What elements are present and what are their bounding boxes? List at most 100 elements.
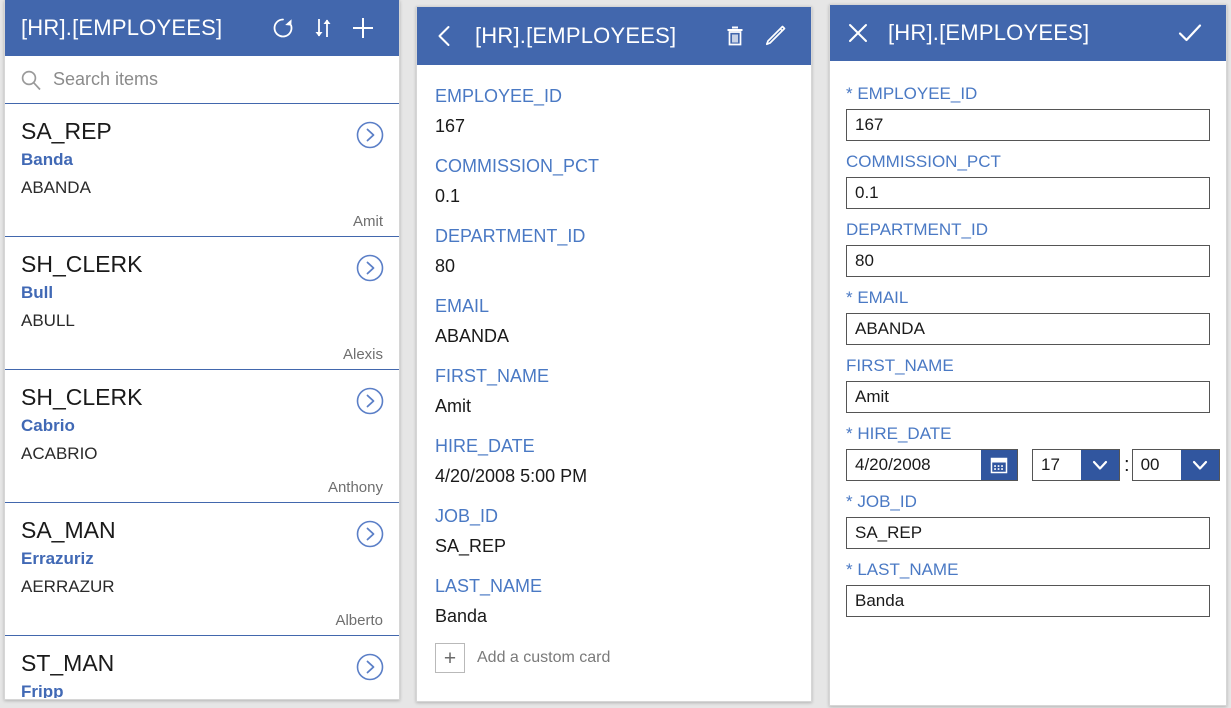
detail-field-value: SA_REP (435, 536, 507, 556)
minute-spinner[interactable]: 00 (1131, 449, 1220, 481)
calendar-picker-button[interactable] (981, 450, 1017, 480)
back-button[interactable] (425, 16, 465, 56)
list-item[interactable]: ST_MAN Fripp (5, 636, 399, 698)
hour-spinner-dropdown-button[interactable] (1081, 450, 1119, 480)
close-icon (849, 24, 867, 42)
edit-button[interactable] (755, 16, 795, 56)
trash-icon (727, 26, 743, 46)
list-item-last-name: Fripp (21, 682, 64, 698)
list-item-first-name: Anthony (327, 479, 383, 496)
edit-panel: [HR].[EMPLOYEES] * EMPLOYEE_ID COMMISSION… (829, 4, 1227, 706)
sort-button[interactable] (303, 8, 343, 48)
detail-field-value: 167 (435, 116, 466, 136)
required-asterisk: * (846, 288, 858, 307)
list-item-first-name: Alexis (342, 346, 383, 363)
detail-field-label: EMPLOYEE_ID (435, 86, 563, 106)
chevron-right-circle-icon (356, 121, 384, 149)
delete-button[interactable] (715, 16, 755, 56)
edit-field-input[interactable] (846, 177, 1210, 209)
edit-field-input[interactable] (846, 245, 1210, 277)
search-input[interactable] (53, 69, 385, 90)
list-panel-title: [HR].[EMPLOYEES] (21, 15, 223, 40)
datetime-field: 17:00 (846, 449, 1220, 481)
detail-field-list: EMPLOYEE_ID 167 COMMISSION_PCT 0.1 DEPARTMEN… (417, 65, 811, 673)
edit-field-input[interactable] (846, 313, 1210, 345)
list-panel-header: [HR].[EMPLOYEES] (5, 0, 399, 56)
detail-field-value: 80 (435, 256, 456, 276)
list-item-open-button[interactable] (355, 519, 385, 549)
chevron-right-circle-icon (356, 520, 384, 548)
edit-field-input[interactable] (846, 585, 1210, 617)
edit-field-list: * EMPLOYEE_ID COMMISSION_PCT DEPARTMENT_ID… (830, 61, 1226, 617)
list-item-email: ABULL (21, 311, 75, 330)
sort-icon (315, 19, 331, 37)
edit-panel-title: [HR].[EMPLOYEES] (888, 20, 1090, 45)
edit-field-label-text: LAST_NAME (857, 560, 959, 579)
list-item-job: SA_REP (21, 118, 112, 144)
list-item-job: ST_MAN (21, 650, 115, 676)
list-item[interactable]: SA_MAN Errazuriz AERRAZUR Alberto (5, 503, 399, 636)
detail-panel-title: [HR].[EMPLOYEES] (475, 23, 677, 48)
detail-field-value: Amit (435, 396, 471, 416)
date-input[interactable] (847, 450, 981, 480)
detail-field-value: 0.1 (435, 186, 461, 206)
detail-field-value: 4/20/2008 5:00 PM (435, 466, 588, 486)
add-custom-card-button[interactable]: + Add a custom card (435, 643, 793, 673)
edit-field-input[interactable] (846, 517, 1210, 549)
employee-list: SA_REP Banda ABANDA Amit SH_CLERK Bull ABULL Al… (5, 104, 399, 698)
list-item-open-button[interactable] (355, 652, 385, 682)
edit-field-input[interactable] (846, 381, 1210, 413)
chevron-down-icon (1092, 460, 1108, 470)
list-item-open-button[interactable] (355, 386, 385, 416)
edit-field-label: * EMPLOYEE_ID (846, 79, 1210, 109)
detail-field-label: DEPARTMENT_ID (435, 226, 586, 246)
minute-spinner-dropdown-button[interactable] (1180, 450, 1219, 480)
required-asterisk: * (846, 84, 858, 103)
required-asterisk: * (846, 492, 858, 511)
chevron-down-icon (1192, 460, 1207, 470)
edit-field-label-text: DEPARTMENT_ID (846, 220, 989, 239)
minute-spinner-value: 00 (1140, 455, 1160, 474)
list-item-first-name: Amit (353, 213, 383, 230)
hour-spinner[interactable]: 17 (1032, 449, 1120, 481)
list-item[interactable]: SH_CLERK Bull ABULL Alexis (5, 237, 399, 370)
date-input-group (846, 449, 1018, 481)
list-item-last-name: Banda (21, 150, 73, 169)
list-item-email: ABANDA (21, 178, 91, 197)
list-item-open-button[interactable] (355, 120, 385, 150)
detail-field-label: FIRST_NAME (435, 366, 550, 386)
edit-field-label: COMMISSION_PCT (846, 147, 1210, 177)
confirm-button[interactable] (1170, 13, 1210, 53)
edit-field-input[interactable] (846, 109, 1210, 141)
list-item-email: AERRAZUR (21, 577, 115, 596)
list-item[interactable]: SA_REP Banda ABANDA Amit (5, 104, 399, 237)
list-item-job: SH_CLERK (21, 251, 143, 277)
list-item-last-name: Bull (21, 283, 54, 302)
list-item-open-button[interactable] (355, 253, 385, 283)
detail-field-label: JOB_ID (435, 506, 499, 526)
edit-field-label: * EMAIL (846, 283, 1210, 313)
detail-field-label: EMAIL (435, 296, 490, 316)
required-asterisk: * (846, 424, 858, 443)
chevron-left-icon (438, 26, 450, 46)
list-item-email: ACABRIO (21, 444, 98, 463)
cancel-button[interactable] (838, 13, 878, 53)
detail-field-label: COMMISSION_PCT (435, 156, 600, 176)
refresh-button[interactable] (263, 8, 303, 48)
add-button[interactable] (343, 8, 383, 48)
list-item-last-name: Errazuriz (21, 549, 94, 568)
check-icon (1178, 24, 1202, 42)
detail-field-value: Banda (435, 606, 488, 626)
refresh-icon (273, 18, 293, 38)
list-item[interactable]: SH_CLERK Cabrio ACABRIO Anthony (5, 370, 399, 503)
detail-field-label: HIRE_DATE (435, 436, 535, 456)
search-bar[interactable] (5, 56, 399, 104)
edit-field-label-text: EMPLOYEE_ID (857, 84, 978, 103)
chevron-right-circle-icon (356, 387, 384, 415)
detail-panel: [HR].[EMPLOYEES] EMPLOYEE_ID 167 COMMISS… (416, 6, 812, 702)
time-separator: : (1124, 453, 1130, 476)
list-item-job: SA_MAN (21, 517, 116, 543)
edit-field-label: * JOB_ID (846, 487, 1210, 517)
list-item-job: SH_CLERK (21, 384, 143, 410)
edit-field-label-text: HIRE_DATE (857, 424, 952, 443)
